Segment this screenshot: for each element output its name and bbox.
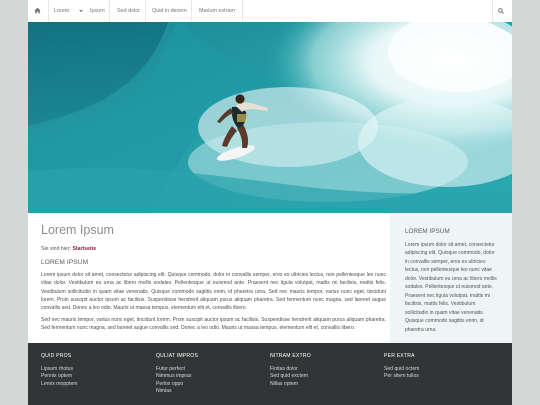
nav-item-marium-extram[interactable]: Marium extram (199, 0, 235, 22)
chevron-down-icon (79, 9, 84, 12)
footer-column: QUID PROS Lipsum rhotus Pennix optem Ler… (41, 353, 78, 388)
body-paragraph: Sed nec mauris tempor, varius nunc eget,… (41, 317, 386, 332)
breadcrumb-prefix: Sie sind hier: (41, 246, 71, 252)
sidebar-heading: LOREM IPSUM (405, 228, 450, 235)
breadcrumb-current-link[interactable]: Startseite (72, 246, 96, 252)
section-heading: LOREM IPSUM (41, 259, 89, 266)
breadcrumb: Sie sind hier: Startseite (41, 246, 96, 252)
footer-link[interactable]: Nimias (156, 388, 198, 395)
footer-column: NITRAM EXTRO Finitas dolor Sed quid exct… (270, 353, 311, 388)
sidebar-text: Lorem ipsum dolor sit amet, consectetur … (405, 242, 497, 333)
nav-item-sed-dolor[interactable]: Sed dolor (117, 0, 140, 22)
nav-item-label: Quid in decem (152, 8, 187, 14)
body-paragraph: Lorem ipsum dolor sit amet, consectetur … (41, 272, 386, 312)
sidebar: LOREM IPSUM Lorem ipsum dolor sit amet, … (390, 213, 512, 343)
footer-link[interactable]: Perlox oppo (156, 381, 198, 388)
footer-link[interactable]: Sed quid octem (384, 366, 419, 373)
footer: QUID PROS Lipsum rhotus Pennix optem Ler… (28, 343, 512, 405)
nav-item-label: Sed dolor (117, 8, 141, 14)
nav-item-label: Ipsum (90, 8, 105, 14)
nav-divider (109, 0, 110, 22)
home-icon (34, 7, 41, 14)
page-title: Lorem Ipsum (41, 223, 114, 237)
nav-divider (48, 0, 49, 22)
footer-column: QULIAT IMPROS Futur perfect Nimmus impra… (156, 353, 198, 396)
page: Lorem Ipsum Sed dolor Quid in decem Mari… (28, 0, 512, 405)
nav-item-ipsum[interactable]: Ipsum (90, 0, 105, 22)
top-navigation: Lorem Ipsum Sed dolor Quid in decem Mari… (28, 0, 512, 23)
footer-column-title: NITRAM EXTRO (270, 353, 311, 359)
footer-column-title: PER EXTRA (384, 353, 415, 359)
nav-divider (242, 0, 243, 22)
footer-column-title: QULIAT IMPROS (156, 353, 199, 359)
footer-link[interactable]: Futur perfect (156, 366, 198, 373)
nav-item-quid-in-decem[interactable]: Quid in decem (152, 0, 187, 22)
footer-link[interactable]: Nillas optem (270, 381, 311, 388)
nav-item-label: Marium extram (199, 8, 235, 14)
home-link[interactable] (34, 0, 44, 22)
footer-column: PER EXTRA Sed quid octem Per sitem tullo… (384, 353, 419, 381)
search-button[interactable] (498, 0, 506, 22)
nav-divider (191, 0, 192, 22)
search-icon (498, 7, 504, 14)
nav-item-label: Lorem (54, 8, 70, 14)
nav-divider (145, 0, 146, 22)
footer-link[interactable]: Finitas dolor (270, 366, 311, 373)
footer-link[interactable]: Lernix mopptem (41, 381, 78, 388)
footer-link[interactable]: Pennix optem (41, 373, 78, 380)
hero-image-surfer (28, 22, 512, 213)
footer-link[interactable]: Sed quid exctem (270, 373, 311, 380)
footer-link[interactable]: Per sitem tullos (384, 373, 419, 380)
footer-column-title: QUID PROS (41, 353, 72, 359)
footer-link[interactable]: Nimmus impras (156, 373, 198, 380)
nav-item-lorem[interactable]: Lorem (54, 0, 84, 22)
nav-divider (492, 0, 493, 22)
footer-link[interactable]: Lipsum rhotus (41, 366, 78, 373)
